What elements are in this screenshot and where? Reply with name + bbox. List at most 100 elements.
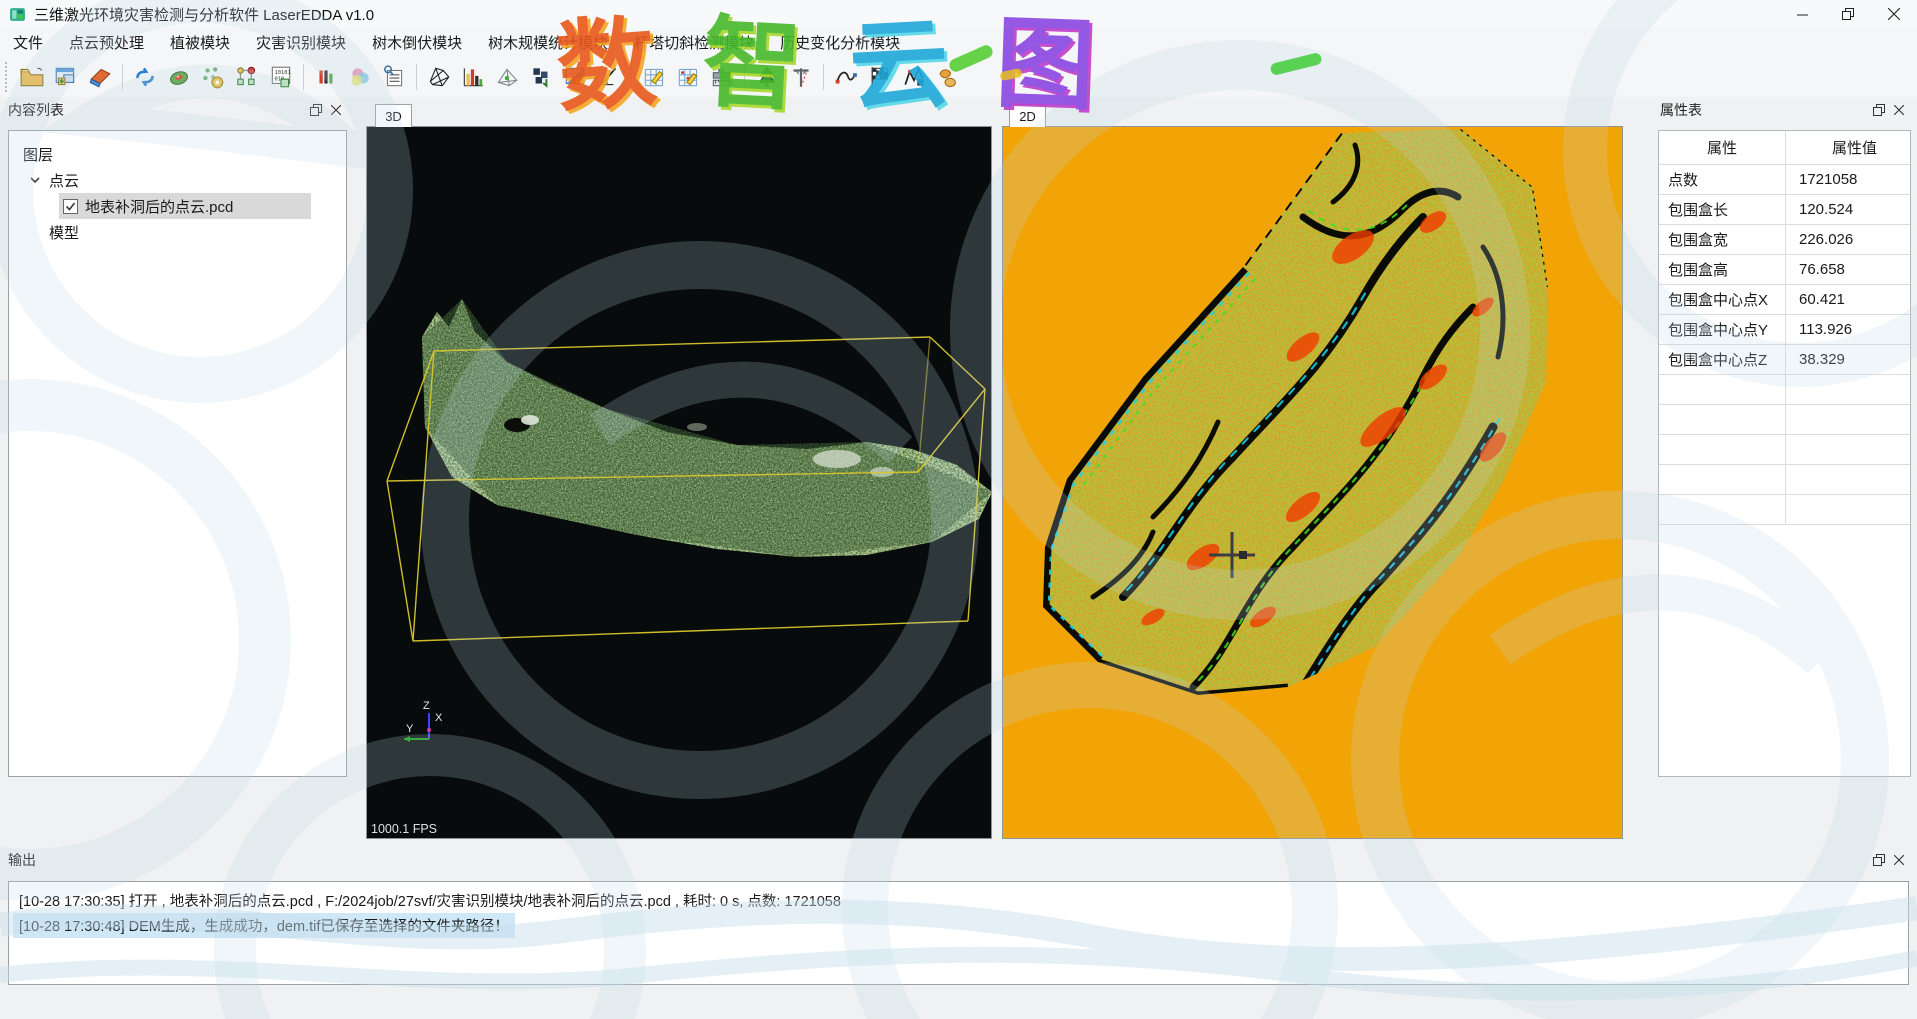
prop-empty-row[interactable] [1786,495,1910,525]
prop-label[interactable]: 包围盒中心点X [1659,285,1786,315]
rotate-arrows-icon [132,64,158,90]
prop-label[interactable]: 包围盒宽 [1659,225,1786,255]
prop-value[interactable]: 113.926 [1786,315,1910,345]
prop-value[interactable]: 76.658 [1786,255,1910,285]
rgb-circles-button[interactable] [343,61,377,93]
tree-detect-button[interactable] [750,61,784,93]
viewport-3d[interactable]: Z X Y 1000.1 FPS [366,126,992,839]
prop-empty-row[interactable] [1786,465,1910,495]
voxel-extract-button[interactable] [524,61,558,93]
profile-graph-button[interactable] [897,61,931,93]
prop-empty-row[interactable] [1659,465,1786,495]
tab-2d-label: 2D [1019,109,1036,124]
menu-vegetation-module[interactable]: 植被模块 [157,28,243,57]
minimize-button[interactable] [1779,0,1825,28]
pyramid-mesh-button[interactable] [490,61,524,93]
prop-label[interactable]: 包围盒中心点Y [1659,315,1786,345]
output-log[interactable]: [10-28 17:30:35] 打开 , 地表补洞后的点云.pcd , F:/… [8,881,1909,985]
slope-measure-button[interactable] [592,61,626,93]
tree-group-model[interactable]: 模型 [23,219,346,245]
menu-file[interactable]: 文件 [0,28,56,57]
finish-flag-button[interactable] [863,61,897,93]
prop-value[interactable]: 120.524 [1786,195,1910,225]
close-panel-button[interactable] [1889,851,1909,869]
tab-3d[interactable]: 3D [375,104,412,127]
open-file-button[interactable] [15,61,49,93]
menu-pointcloud-preprocess[interactable]: 点云预处理 [56,28,157,57]
prop-label[interactable]: 点数 [1659,165,1786,195]
float-panel-button[interactable] [1869,101,1889,119]
tree-item-pointcloud-file[interactable]: 地表补洞后的点云.pcd [59,193,311,219]
menu-history-change-analysis-module[interactable]: 历史变化分析模块 [767,28,913,57]
prop-empty-row[interactable] [1659,495,1786,525]
prop-empty-row[interactable] [1659,405,1786,435]
tree-root-layers[interactable]: 图层 [23,141,346,167]
float-panel-button[interactable] [306,101,326,119]
ellipse-classify-button[interactable] [162,61,196,93]
window-title: 三维激光环境灾害检测与分析软件 LaserEDDA v1.0 [34,4,374,25]
toolbar-separator [744,64,745,90]
close-panel-button[interactable] [1889,101,1909,119]
rotate-view-button[interactable] [128,61,162,93]
menu-tree-scale-statistics-module[interactable]: 树木规模统计模块 [475,28,621,57]
properties-panel: 属性表 属性 属性值 点数 1721058 包围盒长 120.524 包围盒宽 … [1652,97,1917,847]
pyramid-icon [494,64,520,90]
menu-tower-tilt-detection-module[interactable]: 杆塔切斜检测模块 [621,28,767,57]
prop-label[interactable]: 包围盒长 [1659,195,1786,225]
tab-3d-label: 3D [385,109,402,124]
prop-value[interactable]: 1721058 [1786,165,1910,195]
prop-empty-row[interactable] [1786,435,1910,465]
fps-counter: 1000.1 FPS [371,822,437,836]
layer-visibility-checkbox[interactable] [63,199,78,214]
point-filter-button[interactable] [196,61,230,93]
grid-edit-button[interactable] [637,61,671,93]
menu-tree-fall-module[interactable]: 树木倒伏模块 [359,28,475,57]
tree-group-label: 点云 [49,170,79,191]
document-magnifier-icon [381,64,407,90]
checkered-flag-icon [867,64,893,90]
log-line-selected[interactable]: [10-28 17:30:48] DEM生成，生成成功，dem.tif已保存至选… [13,913,515,938]
node-connect-button[interactable] [230,61,264,93]
prop-value[interactable]: 60.421 [1786,285,1910,315]
properties-container: 属性 属性值 点数 1721058 包围盒长 120.524 包围盒宽 226.… [1658,130,1911,777]
prop-empty-row[interactable] [1659,375,1786,405]
viewport-2d[interactable] [1002,126,1623,839]
float-panel-button[interactable] [1869,851,1889,869]
column-header-value: 属性值 [1786,131,1910,165]
eraser-button[interactable] [83,61,117,93]
close-icon [331,105,341,115]
prop-empty-row[interactable] [1659,435,1786,465]
log-line[interactable]: [10-28 17:30:35] 打开 , 地表补洞后的点云.pcd , F:/… [13,888,847,913]
binary-file-button[interactable]: 10101010 [264,61,298,93]
curve-fit-button[interactable] [829,61,863,93]
tree-group-pointcloud[interactable]: 点云 [23,167,346,193]
close-panel-button[interactable] [326,101,346,119]
grid-edit-red-button[interactable] [671,61,705,93]
stat-bars-button[interactable] [309,61,343,93]
classified-disk-icon [166,64,192,90]
tab-2d[interactable]: 2D [1009,104,1046,127]
histogram-button[interactable] [456,61,490,93]
prop-label[interactable]: 包围盒中心点Z [1659,345,1786,375]
add-window-button[interactable] [49,61,83,93]
prop-empty-row[interactable] [1786,375,1910,405]
restore-button[interactable] [1825,0,1871,28]
ruler-measure-button[interactable] [705,61,739,93]
toolbar-separator [631,64,632,90]
toolbar-drag-handle[interactable] [5,62,11,92]
chevron-down-icon[interactable] [27,172,43,188]
float-icon [1873,104,1885,116]
layer-tree: 图层 点云 地表补洞后的点云.pcd 模型 [9,131,346,245]
prop-label[interactable]: 包围盒高 [1659,255,1786,285]
pole-tilt-button[interactable] [784,61,818,93]
prop-value[interactable]: 38.329 [1786,345,1910,375]
content-list-title: 内容列表 [8,100,64,120]
image-edit-button[interactable] [558,61,592,93]
prop-empty-row[interactable] [1786,405,1910,435]
prop-value[interactable]: 226.026 [1786,225,1910,255]
menu-disaster-recognition-module[interactable]: 灾害识别模块 [243,28,359,57]
tin-mesh-button[interactable] [422,61,456,93]
close-button[interactable] [1871,0,1917,28]
report-view-button[interactable] [377,61,411,93]
merge-cloud-button[interactable] [931,61,965,93]
